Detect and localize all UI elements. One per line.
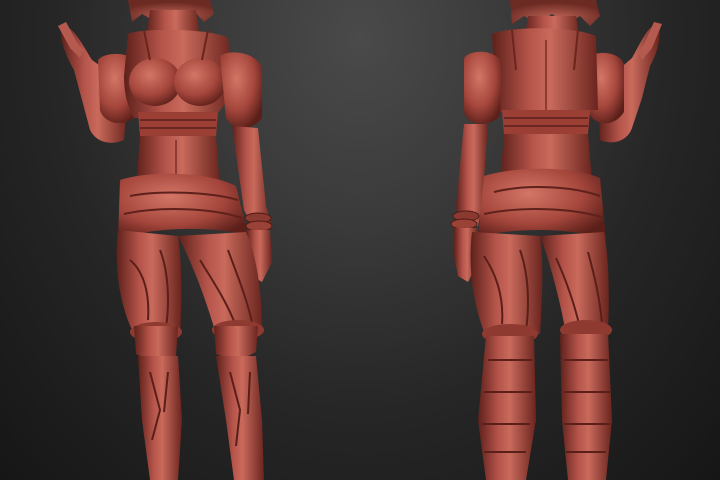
boot-left <box>138 356 182 480</box>
corset-belt <box>138 112 218 136</box>
sash <box>118 173 248 240</box>
corset-belt <box>502 110 590 134</box>
puff-sleeve-left <box>464 51 502 124</box>
back-torso <box>492 28 598 112</box>
bust-right <box>174 58 226 106</box>
sculpt-viewport <box>0 0 720 480</box>
puff-sleeve-right <box>220 52 262 128</box>
pants-left <box>470 232 543 334</box>
sash <box>478 168 606 240</box>
bust-left <box>129 58 181 106</box>
figure-front-view <box>0 0 360 480</box>
figure-back-view <box>360 0 720 480</box>
boot-left <box>478 336 536 480</box>
pants-right <box>178 232 262 334</box>
boot-right <box>560 334 612 480</box>
pants-right <box>540 232 609 334</box>
